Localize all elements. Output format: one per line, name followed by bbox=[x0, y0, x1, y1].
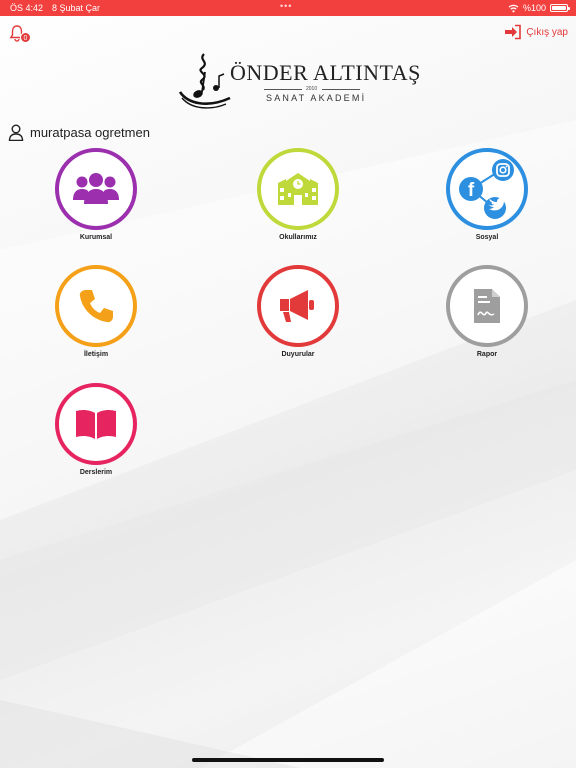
menu-tile-duyurular[interactable]: Duyurular bbox=[238, 265, 358, 375]
menu-label-okullarimiz: Okullarımız bbox=[279, 234, 317, 241]
phone-icon bbox=[79, 290, 113, 323]
logo-year: 2010 bbox=[306, 86, 318, 92]
multitasking-dots-icon[interactable]: ••• bbox=[280, 1, 292, 11]
user-info: muratpasa ogretmen bbox=[8, 124, 150, 141]
logout-label: Çıkış yap bbox=[526, 26, 568, 38]
school-building-icon bbox=[278, 173, 318, 205]
menu-circle-rapor bbox=[446, 265, 528, 347]
svg-text:f: f bbox=[468, 180, 475, 201]
menu-circle-derslerim bbox=[55, 383, 137, 465]
menu-tile-okullarimiz[interactable]: Okullarımız bbox=[238, 148, 358, 258]
social-share-icon: f bbox=[459, 159, 514, 219]
menu-tile-derslerim[interactable]: Derslerim bbox=[36, 383, 156, 493]
academy-logo: ÖNDER ALTINTAŞ 2010 SANAT AKADEMİ bbox=[176, 52, 420, 114]
menu-label-rapor: Rapor bbox=[476, 351, 498, 358]
logo-rule-left bbox=[264, 89, 302, 90]
logo-subtitle: SANAT AKADEMİ bbox=[266, 93, 367, 103]
logout-button[interactable]: Çıkış yap bbox=[504, 24, 568, 40]
menu-label-sosyal: Sosyal bbox=[475, 234, 499, 241]
status-right: %100 bbox=[508, 3, 570, 13]
user-icon bbox=[8, 124, 24, 141]
status-time: ÖS 4:42 bbox=[10, 3, 44, 13]
music-note-emblem-icon bbox=[178, 53, 231, 109]
report-document-icon bbox=[474, 289, 500, 323]
menu-tile-iletisim[interactable]: İletişim bbox=[36, 265, 156, 375]
notification-badge: 0 bbox=[20, 32, 31, 43]
wifi-icon bbox=[508, 4, 519, 12]
menu-circle-duyurular bbox=[257, 265, 339, 347]
battery-icon bbox=[550, 4, 570, 12]
notifications-button[interactable]: 0 bbox=[9, 24, 31, 44]
status-date: 8 Şubat Çar bbox=[52, 3, 101, 13]
menu-circle-iletisim bbox=[55, 265, 137, 347]
menu-tile-rapor[interactable]: Rapor bbox=[427, 265, 547, 375]
status-bar: ÖS 4:42 8 Şubat Çar ••• %100 bbox=[0, 0, 576, 16]
home-indicator[interactable] bbox=[192, 758, 384, 762]
menu-circle-okullarimiz bbox=[257, 148, 339, 230]
logout-icon bbox=[505, 24, 522, 40]
menu-circle-kurumsal bbox=[55, 148, 137, 230]
battery-percent: %100 bbox=[522, 3, 546, 13]
menu-circle-sosyal: f bbox=[446, 148, 528, 230]
menu-label-duyurular: Duyurular bbox=[281, 351, 315, 358]
menu-label-derslerim: Derslerim bbox=[79, 469, 113, 476]
menu-tile-sosyal[interactable]: f Sosyal bbox=[427, 148, 547, 258]
menu-label-iletisim: İletişim bbox=[83, 351, 109, 358]
megaphone-icon bbox=[280, 290, 314, 322]
logo-brand-text: ÖNDER ALTINTAŞ bbox=[230, 60, 421, 85]
user-name: muratpasa ogretmen bbox=[30, 125, 150, 140]
group-icon bbox=[73, 173, 119, 204]
logo-rule-right bbox=[322, 89, 360, 90]
menu-label-kurumsal: Kurumsal bbox=[79, 234, 113, 241]
open-book-icon bbox=[76, 409, 116, 439]
menu-tile-kurumsal[interactable]: Kurumsal bbox=[36, 148, 156, 258]
